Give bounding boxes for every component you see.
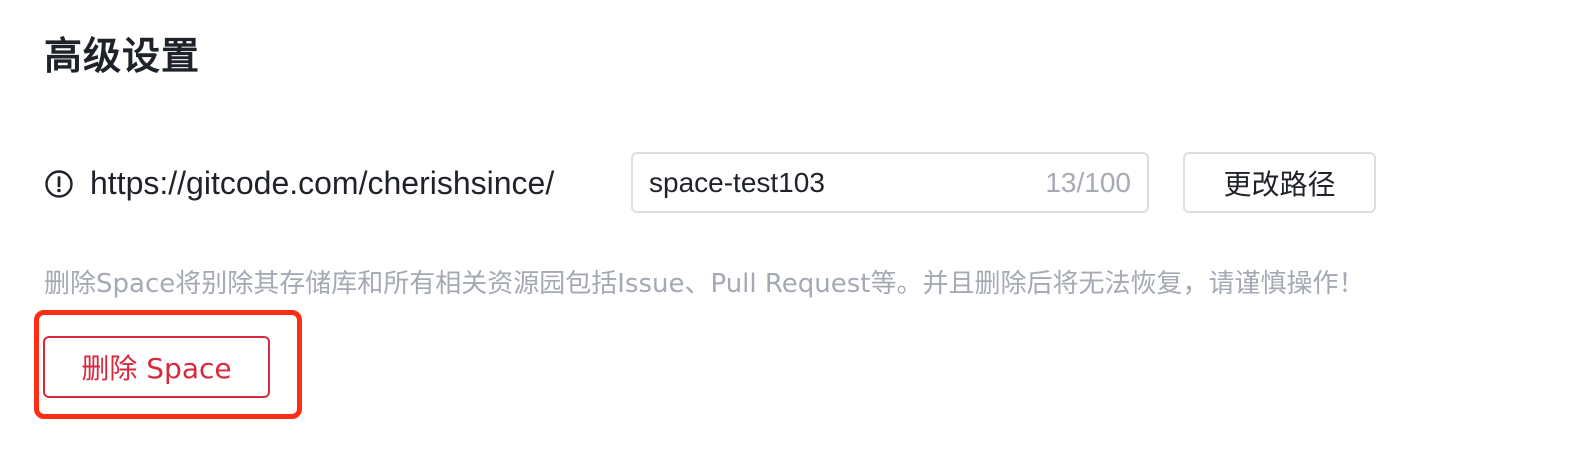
path-row: https://gitcode.com/cherishsince/ <box>44 152 554 215</box>
delete-space-button[interactable]: 删除 Space <box>43 336 270 398</box>
url-prefix: https://gitcode.com/cherishsince/ <box>90 165 555 201</box>
path-input-wrapper[interactable]: 13/100 <box>631 152 1149 213</box>
char-counter: 13/100 <box>1045 166 1131 198</box>
change-path-button[interactable]: 更改路径 <box>1183 152 1376 213</box>
delete-warning-text: 删除Space将别除其存储库和所有相关资源园包括Issue、Pull Reque… <box>44 269 1365 299</box>
section-title: 高级设置 <box>44 34 201 78</box>
path-input[interactable] <box>649 166 1038 199</box>
info-icon <box>44 169 74 199</box>
advanced-settings-page: 高级设置 https://gitcode.com/cherishsince/ 1… <box>0 0 1590 458</box>
